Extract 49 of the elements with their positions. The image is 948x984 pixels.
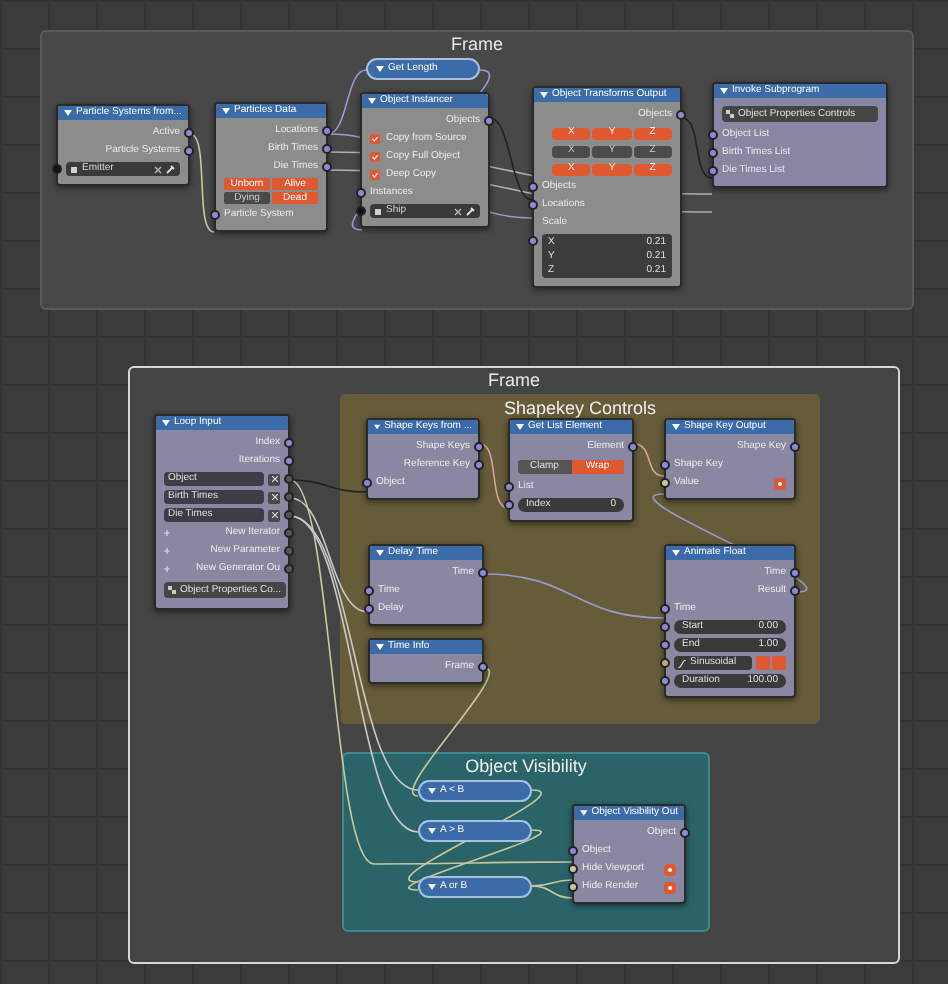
collapse-triangle-icon bbox=[162, 420, 170, 426]
collapse-triangle-icon bbox=[672, 424, 680, 430]
checkmark-icon bbox=[372, 154, 378, 160]
plus-icon bbox=[164, 566, 170, 572]
plus-icon bbox=[164, 530, 170, 536]
plus-icon bbox=[164, 548, 170, 554]
clear-x-icon bbox=[454, 207, 462, 215]
remove-button[interactable] bbox=[268, 491, 280, 503]
collapse-triangle-icon bbox=[374, 424, 381, 430]
frame-title: Frame bbox=[451, 36, 503, 54]
collapse-triangle-icon bbox=[222, 108, 230, 114]
object-square-icon bbox=[374, 207, 382, 215]
clear-x-icon bbox=[154, 165, 162, 173]
object-square-icon bbox=[70, 165, 78, 173]
checkbox[interactable] bbox=[370, 134, 380, 144]
frame-title: Frame bbox=[488, 372, 540, 390]
remove-button[interactable] bbox=[268, 473, 280, 485]
checkmark-icon bbox=[372, 136, 378, 142]
expand-triangle-icon bbox=[376, 66, 384, 72]
node-tree-icon bbox=[726, 110, 734, 118]
collapse-triangle-icon bbox=[376, 550, 384, 556]
close-icon bbox=[271, 494, 277, 500]
collapse-triangle-icon bbox=[580, 810, 588, 816]
collapse-triangle-icon bbox=[516, 424, 524, 430]
collapse-triangle-icon bbox=[64, 110, 72, 116]
easing-toggle[interactable] bbox=[756, 656, 770, 670]
close-icon bbox=[271, 512, 277, 518]
checkbox[interactable] bbox=[370, 152, 380, 162]
collapse-triangle-icon bbox=[368, 98, 376, 104]
toggle-checkbox[interactable] bbox=[664, 881, 676, 893]
toggle-checkbox[interactable] bbox=[664, 863, 676, 875]
frame-title: Object Visibility bbox=[465, 758, 587, 776]
collapse-triangle-icon bbox=[376, 644, 384, 650]
close-icon bbox=[271, 476, 277, 482]
eyedropper-icon bbox=[466, 206, 476, 216]
eyedropper-icon bbox=[166, 164, 176, 174]
checkmark-icon bbox=[372, 172, 378, 178]
collapse-triangle-icon bbox=[540, 92, 548, 98]
expand-triangle-icon bbox=[428, 828, 436, 834]
collapse-triangle-icon bbox=[720, 88, 728, 94]
toggle-checkbox[interactable] bbox=[774, 477, 786, 489]
remove-button[interactable] bbox=[268, 509, 280, 521]
checkbox[interactable] bbox=[370, 170, 380, 180]
easing-toggle[interactable] bbox=[772, 656, 786, 670]
expand-triangle-icon bbox=[428, 884, 436, 890]
curve-icon bbox=[678, 659, 686, 667]
expand-triangle-icon bbox=[428, 788, 436, 794]
frame-title: Shapekey Controls bbox=[503, 400, 657, 418]
node-tree-icon bbox=[168, 586, 176, 594]
